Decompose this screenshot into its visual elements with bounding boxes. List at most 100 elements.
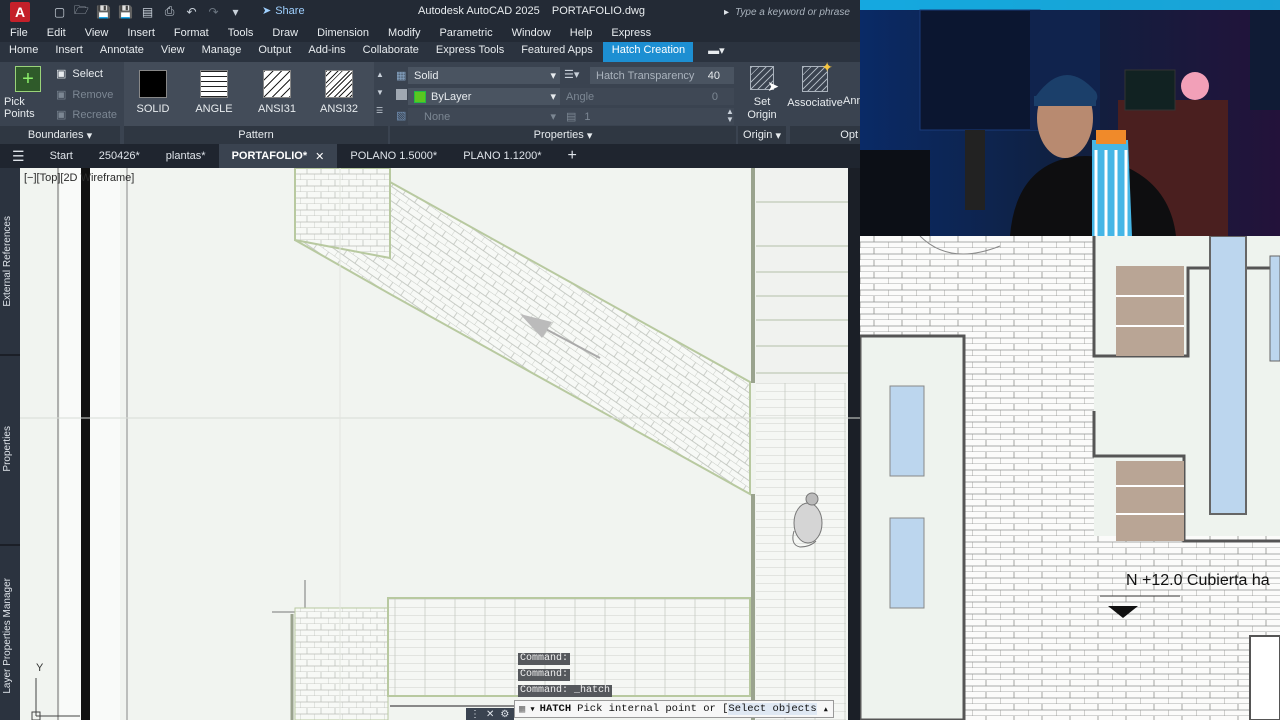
boundaries-panel-label[interactable]: Boundaries ▾ [0, 126, 120, 144]
set-origin-button[interactable]: ➤ Set Origin [742, 66, 782, 122]
menu-bar: File Edit View Insert Format Tools Draw … [0, 24, 860, 42]
menu-edit[interactable]: Edit [37, 27, 75, 39]
open-folder-icon[interactable]: 🗁 [74, 3, 89, 19]
menu-view[interactable]: View [75, 27, 118, 39]
doc-tab-plantas[interactable]: plantas* [153, 144, 219, 168]
tab-output[interactable]: Output [249, 42, 299, 62]
tab-hatch-creation[interactable]: Hatch Creation [602, 42, 694, 62]
scale-field[interactable]: ▤ 1 [560, 108, 734, 125]
hatch-type-value: Solid [414, 69, 439, 82]
hatch-type-dropdown[interactable]: Solid ▾ [408, 67, 560, 84]
menu-express[interactable]: Express [601, 27, 660, 39]
pattern-solid[interactable]: SOLID [126, 70, 180, 122]
new-tab-icon[interactable]: + [554, 144, 589, 168]
menu-format[interactable]: Format [164, 27, 218, 39]
palette-external-references[interactable]: External References [2, 216, 13, 307]
angle-swatch [200, 70, 228, 98]
ribbon-tabs: Home Insert Annotate View Manage Output … [0, 42, 860, 62]
pattern-scroll[interactable]: ▲ ▼ ☰ [376, 66, 386, 120]
command-prompt: Pick internal point or [ [577, 703, 729, 715]
doc-tab-portafolio[interactable]: PORTAFOLIO* ✕ [218, 144, 338, 168]
menu-insert[interactable]: Insert [117, 27, 164, 39]
close-icon[interactable]: ✕ [315, 150, 324, 163]
pattern-ansi32[interactable]: ANSI32 [312, 70, 366, 122]
wrench-icon[interactable]: ⚙ [500, 709, 509, 720]
title-bar: A ▢ 🗁 💾 💾 ▤ ⎙ ↶ ↷ ▾ ➤ Share Autodesk Aut… [0, 0, 860, 24]
undo-icon[interactable]: ↶ [184, 4, 199, 19]
chevron-down-icon: ▾ [586, 129, 593, 142]
tab-manage[interactable]: Manage [193, 42, 250, 62]
menu-modify[interactable]: Modify [378, 27, 429, 39]
remove-boundary-button[interactable]: ▣ Remove [56, 88, 113, 102]
associative-button[interactable]: ✦ Associative [787, 59, 843, 109]
tab-featured-apps[interactable]: Featured Apps [512, 42, 601, 62]
share-button[interactable]: ➤ Share [262, 4, 305, 18]
doc-tab-polano[interactable]: POLANO 1.5000* [337, 144, 450, 168]
tab-annotate[interactable]: Annotate [91, 42, 152, 62]
angle-field[interactable]: Angle 0 [560, 88, 734, 105]
tab-home[interactable]: Home [0, 42, 46, 62]
save-icon[interactable]: 💾 [96, 4, 111, 19]
close-icon[interactable]: ✕ [486, 709, 494, 720]
command-line-input[interactable]: ▦ ▾ HATCH Pick internal point or [ Selec… [514, 700, 834, 718]
select-boundary-button[interactable]: ▣ Select [56, 67, 103, 81]
web-mobile-icon[interactable]: ▤ [140, 4, 155, 19]
customize-qat-icon[interactable]: ▾ [228, 4, 243, 19]
grip-icon: ⋮ [470, 708, 480, 720]
recreate-boundary-button[interactable]: ▣ Recreate [56, 108, 117, 122]
properties-label: Properties [533, 129, 584, 141]
hatch-transparency-field[interactable]: Hatch Transparency 40 [590, 67, 734, 84]
command-tools[interactable]: ⋮ ✕ ⚙ [466, 708, 514, 720]
associative-icon: ✦ [802, 59, 833, 92]
drawing-canvas[interactable] [20, 168, 860, 720]
app-menu-icon[interactable]: ☰ [0, 144, 37, 168]
palette-properties[interactable]: Properties [2, 426, 13, 472]
ribbon-toggle-icon[interactable]: ▬▾ [699, 42, 733, 62]
menu-parametric[interactable]: Parametric [429, 27, 501, 39]
menu-help[interactable]: Help [560, 27, 602, 39]
tab-insert[interactable]: Insert [46, 42, 91, 62]
chevron-right-icon: ▸ [724, 6, 730, 18]
pattern-angle[interactable]: ANGLE [187, 70, 241, 122]
redo-icon[interactable]: ↷ [206, 4, 221, 19]
chevron-down-icon: ▾ [550, 111, 556, 123]
save-as-icon[interactable]: 💾 [118, 4, 133, 19]
hatch-color-dropdown[interactable]: ByLayer ▾ [408, 88, 560, 105]
transparency-label: Hatch Transparency [596, 69, 695, 82]
scale-spinner[interactable]: ▲ ▼ [726, 108, 734, 124]
transparency-value: 40 [707, 69, 720, 82]
webcam-overlay [860, 0, 1280, 236]
tab-add-ins[interactable]: Add-ins [299, 42, 353, 62]
search-input[interactable]: ▸ Type a keyword or phrase [724, 4, 860, 20]
viewport-controls[interactable]: [−][Top][2D Wireframe] [24, 172, 134, 184]
tab-express-tools[interactable]: Express Tools [427, 42, 512, 62]
pattern-ansi31[interactable]: ANSI31 [250, 70, 304, 122]
command-icon: ▦ [519, 703, 526, 716]
drawing-svg [20, 168, 860, 720]
doc-tab-plano[interactable]: PLANO 1.1200* [450, 144, 554, 168]
menu-window[interactable]: Window [502, 27, 560, 39]
chevron-up-icon[interactable]: ▴ [823, 703, 829, 716]
doc-tab-start[interactable]: Start [37, 144, 86, 168]
hatch-type-icon: ▦ [396, 70, 407, 82]
menu-tools[interactable]: Tools [218, 27, 263, 39]
floor-hatch-bottom [387, 597, 751, 697]
command-option-select-objects[interactable]: Select objects [728, 703, 817, 715]
palette-layer-properties[interactable]: Layer Properties Manager [2, 578, 13, 694]
menu-file[interactable]: File [0, 27, 37, 39]
menu-dimension[interactable]: Dimension [307, 27, 378, 39]
menu-draw[interactable]: Draw [262, 27, 307, 39]
tab-collaborate[interactable]: Collaborate [354, 42, 427, 62]
pick-points-icon: + [15, 66, 41, 92]
pick-points-button[interactable]: + Pick Points [4, 66, 52, 120]
tab-view[interactable]: View [152, 42, 193, 62]
autocad-logo[interactable]: A [10, 2, 30, 22]
origin-panel-label[interactable]: Origin ▾ [738, 126, 786, 144]
new-file-icon[interactable]: ▢ [52, 4, 67, 19]
properties-panel-label[interactable]: Properties ▾ [390, 126, 736, 144]
background-color-dropdown[interactable]: None ▾ [408, 108, 560, 125]
hatch-color-value: ByLayer [431, 90, 472, 103]
plot-icon[interactable]: ⎙ [162, 4, 177, 19]
doc-tab-250426[interactable]: 250426* [86, 144, 153, 168]
options-panel-label[interactable]: Opt [790, 126, 860, 144]
